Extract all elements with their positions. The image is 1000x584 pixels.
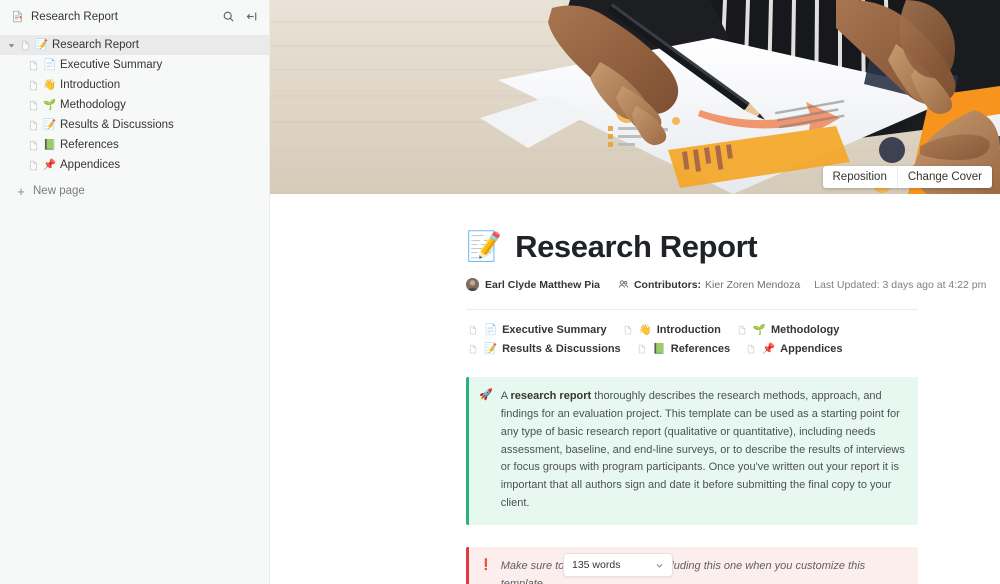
memo-icon — [10, 9, 25, 24]
callout-red[interactable]: ❗ Make sure to delete all banners includi… — [466, 546, 918, 584]
callout-text-bold: research report — [510, 390, 592, 403]
sidebar-header: Research Report — [0, 0, 269, 33]
page-emoji-icon: 👋 — [42, 78, 57, 91]
page-emoji-icon: 📗 — [652, 342, 666, 355]
page-emoji-icon: 📄 — [484, 323, 498, 336]
page-emoji-icon: 📗 — [42, 138, 57, 151]
sidebar-item-label: Results & Discussions — [60, 119, 174, 131]
page-link-references[interactable]: 📗 References — [635, 343, 730, 355]
divider — [466, 309, 918, 311]
page-link-label: References — [670, 343, 731, 356]
page-doc-icon — [26, 140, 41, 151]
new-page-button[interactable]: + New page — [0, 181, 269, 201]
sidebar-item-results-discussions[interactable]: 📝 Results & Discussions — [0, 115, 269, 135]
page-link-label: Results & Discussions — [502, 343, 621, 356]
page-doc-icon — [635, 344, 649, 354]
page-doc-icon — [466, 344, 480, 354]
chevron-down-icon[interactable] — [655, 561, 664, 570]
cover-image[interactable]: Reposition Change Cover — [270, 0, 1000, 194]
page-link-label: Methodology — [770, 324, 840, 337]
callouts-container: 🚀 A research report thoroughly describes … — [466, 377, 918, 584]
main-content: Reposition Change Cover 📝 Research Repor… — [270, 0, 1000, 584]
page-link-label: Appendices — [780, 343, 843, 356]
page-emoji-icon: 📌 — [42, 158, 57, 171]
inline-page-links: 📄 Executive Summary 👋 Introduction 🌱 Methodol… — [466, 324, 918, 355]
page-link-label: Introduction — [656, 324, 721, 337]
page-doc-icon — [26, 100, 41, 111]
word-count-widget[interactable]: 135 words — [563, 553, 673, 577]
word-count-label: 135 words — [572, 559, 621, 571]
page-doc-icon — [18, 40, 33, 51]
cover-actions: Reposition Change Cover — [822, 166, 992, 188]
last-updated: Last Updated: 3 days ago at 4:22 pm — [814, 278, 987, 291]
cover-photo — [270, 0, 1000, 194]
reposition-button[interactable]: Reposition — [823, 166, 897, 188]
callout-text: A research report thoroughly describes t… — [501, 388, 906, 513]
sidebar-item-research-report[interactable]: 📝 Research Report — [0, 35, 269, 55]
collapse-sidebar-icon[interactable] — [243, 8, 260, 25]
sidebar-item-label: Introduction — [60, 79, 121, 91]
sidebar-item-label: References — [60, 139, 119, 151]
page-emoji-icon: 📄 — [42, 58, 57, 71]
sidebar-item-executive-summary[interactable]: 📄 Executive Summary — [0, 55, 269, 75]
contributors-icon — [618, 279, 629, 290]
plus-icon: + — [17, 183, 25, 199]
page-doc-icon — [26, 80, 41, 91]
contributors-names: Kier Zoren Mendoza — [705, 278, 801, 291]
page-emoji-icon: 📝 — [42, 118, 57, 131]
document-meta: Earl Clyde Matthew Pia Contributors: Kie… — [466, 278, 986, 292]
sidebar-item-label: Research Report — [52, 39, 139, 51]
page-link-methodology[interactable]: 🌱 Methodology — [735, 323, 840, 337]
page-emoji-icon: 📝 — [34, 38, 49, 51]
page-emoji-icon: 📝 — [484, 342, 498, 355]
sidebar-item-appendices[interactable]: 📌 Appendices — [0, 155, 269, 175]
page-doc-icon — [26, 160, 41, 171]
sidebar-item-references[interactable]: 📗 References — [0, 135, 269, 155]
page-doc-icon — [466, 325, 480, 335]
change-cover-button[interactable]: Change Cover — [896, 166, 992, 188]
page-tree: 📝 Research Report 📄 Executive Summary 👋 Intro… — [0, 33, 269, 175]
page-emoji-icon: 🌱 — [752, 323, 766, 336]
document-emoji-icon[interactable]: 📝 — [466, 232, 502, 262]
sidebar-item-label: Appendices — [60, 159, 121, 171]
page-link-appendices[interactable]: 📌 Appendices — [744, 342, 843, 356]
page-doc-icon — [26, 120, 41, 131]
page-doc-icon — [621, 325, 635, 335]
search-icon[interactable] — [220, 8, 237, 25]
title-row: 📝 Research Report — [466, 229, 918, 264]
avatar[interactable] — [466, 278, 479, 292]
page-emoji-icon: 📌 — [762, 342, 776, 355]
document-body: 📝 Research Report Earl Clyde Matthew Pia — [270, 194, 1000, 584]
app-root: Research Report 📝 Research Report 📄 Executi… — [0, 0, 1000, 584]
page-emoji-icon: 👋 — [638, 323, 652, 336]
author-name: Earl Clyde Matthew Pia — [485, 278, 600, 291]
sidebar-item-label: Methodology — [60, 99, 126, 111]
page-doc-icon — [26, 60, 41, 71]
callout-green[interactable]: 🚀 A research report thoroughly describes … — [466, 377, 918, 525]
callout-text-rest: thoroughly describes the research method… — [500, 390, 905, 509]
sidebar-title: Research Report — [31, 10, 118, 23]
sidebar-item-label: Executive Summary — [60, 59, 163, 71]
page-link-results-discussions[interactable]: 📝 Results & Discussions — [466, 343, 621, 355]
callout-text: Make sure to delete all banners includin… — [500, 559, 866, 584]
sidebar-item-methodology[interactable]: 🌱 Methodology — [0, 95, 269, 115]
sidebar: Research Report 📝 Research Report 📄 Executi… — [0, 0, 270, 584]
contributors-label: Contributors: — [633, 278, 702, 291]
page-title[interactable]: Research Report — [515, 229, 757, 264]
chevron-down-icon[interactable] — [5, 42, 18, 49]
page-link-label: Executive Summary — [502, 324, 607, 337]
page-emoji-icon: 🌱 — [42, 98, 57, 111]
new-page-label: New page — [33, 185, 85, 197]
sidebar-item-introduction[interactable]: 👋 Introduction — [0, 75, 269, 95]
callout-emoji-icon: ❗ — [479, 558, 493, 571]
page-link-executive-summary[interactable]: 📄 Executive Summary — [466, 324, 607, 336]
page-doc-icon — [744, 344, 758, 354]
page-doc-icon — [735, 325, 749, 335]
callout-text-lead: A — [500, 390, 511, 403]
page-link-introduction[interactable]: 👋 Introduction — [621, 324, 721, 336]
callout-emoji-icon: 🚀 — [479, 389, 493, 402]
